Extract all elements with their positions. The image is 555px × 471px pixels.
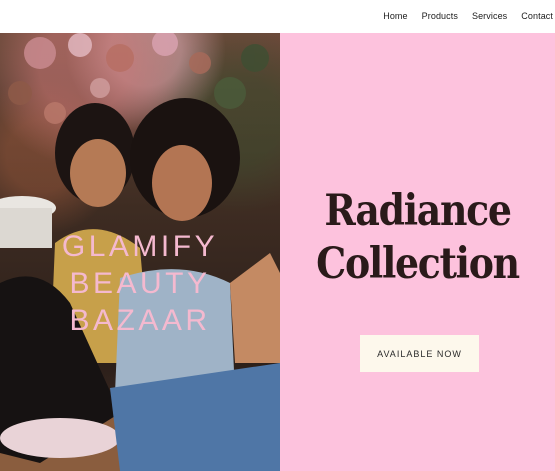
hero-photo-panel: GLAMIFY BEAUTY BAZAAR bbox=[0, 33, 280, 471]
nav-products-link[interactable]: Products bbox=[422, 11, 458, 21]
collection-heading-line: Collection bbox=[316, 239, 520, 289]
available-now-button[interactable]: AVAILABLE NOW bbox=[360, 335, 479, 372]
collection-heading-line: Radiance bbox=[324, 186, 512, 236]
top-navigation-bar: Home Products Services Contact bbox=[0, 0, 555, 33]
brand-title: GLAMIFY BEAUTY BAZAAR bbox=[0, 228, 280, 339]
brand-title-line: BEAUTY bbox=[69, 267, 211, 300]
nav-services-link[interactable]: Services bbox=[472, 11, 507, 21]
brand-title-line: GLAMIFY bbox=[61, 230, 219, 263]
collection-panel: Radiance Collection AVAILABLE NOW bbox=[280, 33, 555, 471]
nav-home-link[interactable]: Home bbox=[383, 11, 407, 21]
nav-contact-link[interactable]: Contact bbox=[521, 11, 553, 21]
collection-heading: Radiance Collection bbox=[297, 185, 539, 291]
brand-title-line: BAZAAR bbox=[69, 304, 211, 337]
main-nav: Home Products Services Contact bbox=[383, 11, 553, 21]
